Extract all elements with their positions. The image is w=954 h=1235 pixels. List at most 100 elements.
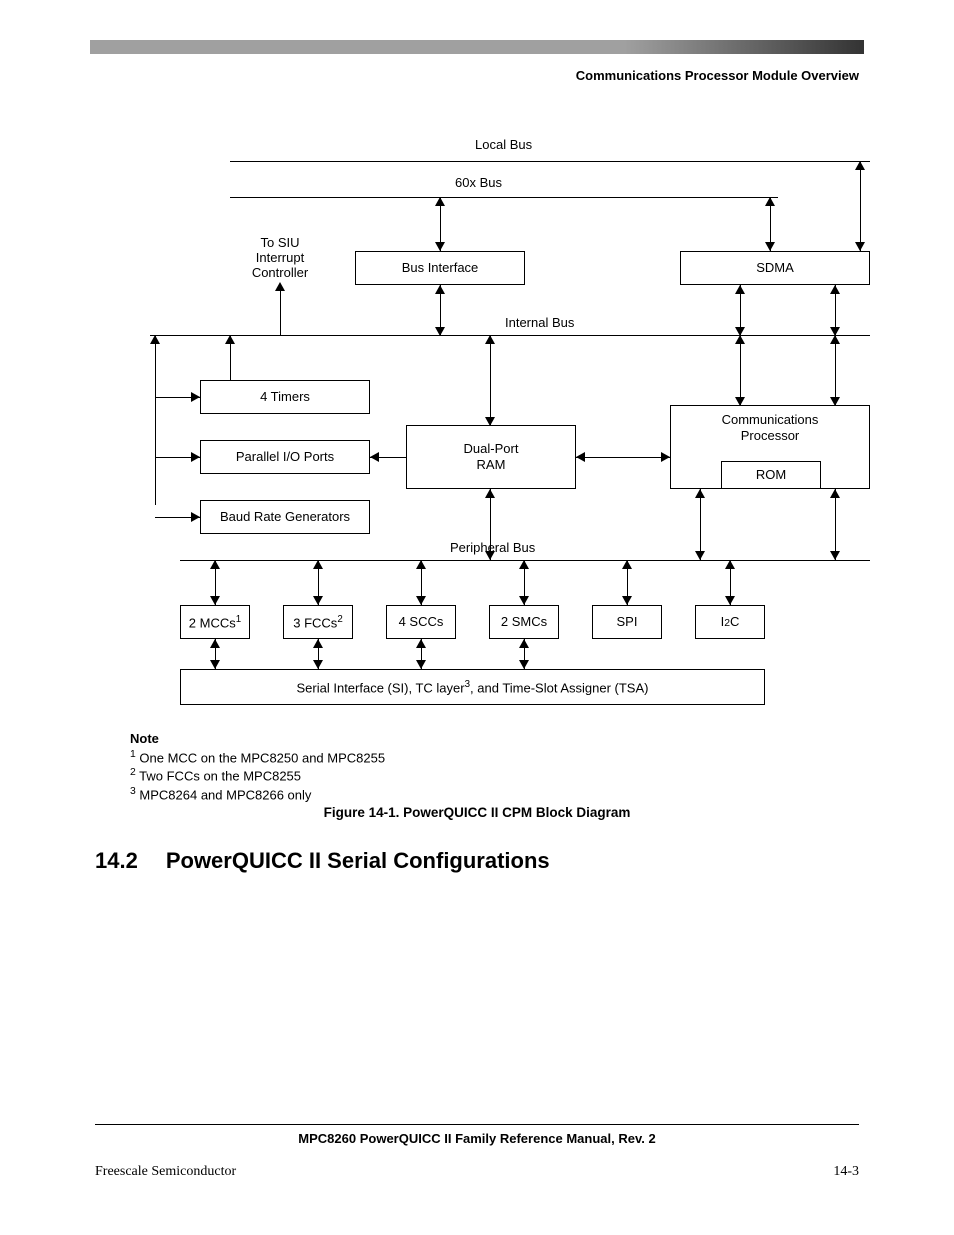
local-to-sdma-line (860, 161, 861, 251)
box-sdma: SDMA (680, 251, 870, 285)
to-siu-l2: Interrupt (256, 250, 304, 265)
local-bus-line (230, 161, 870, 162)
arrow-icon (416, 639, 426, 648)
section-heading: 14.2 PowerQUICC II Serial Configurations (95, 848, 550, 874)
header-bar-gradient (624, 40, 864, 54)
pio-label: Parallel I/O Ports (236, 449, 334, 465)
arrow-icon (210, 639, 220, 648)
arrow-icon (191, 392, 200, 402)
line (155, 335, 156, 505)
box-rom: ROM (721, 461, 821, 489)
spi-label: SPI (617, 614, 638, 630)
fcc-label: 3 FCCs2 (293, 614, 343, 631)
label-to-siu: To SIU Interrupt Controller (230, 235, 330, 280)
cp-l2: Processor (741, 428, 800, 444)
label-internal-bus: Internal Bus (505, 315, 574, 330)
section-number: 14.2 (95, 848, 138, 873)
60x-bus-line (230, 197, 778, 198)
arrow-icon (313, 639, 323, 648)
line (576, 457, 670, 458)
line (280, 285, 281, 335)
box-pio: Parallel I/O Ports (200, 440, 370, 474)
dpr-l1: Dual-Port (464, 441, 519, 457)
cp-l1: Communications (722, 412, 819, 428)
arrow-icon (622, 560, 632, 569)
arrow-icon (485, 335, 495, 344)
arrow-icon (519, 596, 529, 605)
footer-right: 14-3 (833, 1164, 859, 1180)
line (740, 335, 741, 405)
arrow-icon (735, 397, 745, 406)
page-footer: MPC8260 PowerQUICC II Family Reference M… (95, 1124, 859, 1180)
arrow-icon (210, 560, 220, 569)
arrow-icon (765, 242, 775, 251)
internal-bus-line (150, 335, 870, 336)
arrow-icon (830, 335, 840, 344)
arrow-icon (435, 285, 445, 294)
i2c-label: I2C (721, 614, 740, 630)
dpr-l2: RAM (477, 457, 506, 473)
arrow-icon (435, 327, 445, 336)
box-mcc: 2 MCCs1 (180, 605, 250, 639)
box-fcc: 3 FCCs2 (283, 605, 353, 639)
arrow-icon (830, 285, 840, 294)
box-scc: 4 SCCs (386, 605, 456, 639)
box-bus-interface: Bus Interface (355, 251, 525, 285)
arrow-icon (435, 197, 445, 206)
label-60x-bus: 60x Bus (455, 175, 502, 190)
arrow-icon (485, 489, 495, 498)
line (700, 489, 701, 560)
box-smc: 2 SMCs (489, 605, 559, 639)
note-3: 3 MPC8264 and MPC8266 only (130, 785, 385, 804)
brg-label: Baud Rate Generators (220, 509, 350, 525)
line (490, 489, 491, 560)
arrow-icon (191, 452, 200, 462)
arrow-icon (275, 282, 285, 291)
sdma-label: SDMA (756, 260, 794, 276)
arrow-icon (830, 489, 840, 498)
scc-label: 4 SCCs (399, 614, 444, 630)
arrow-icon (830, 551, 840, 560)
arrow-icon (150, 335, 160, 344)
footer-left: Freescale Semiconductor (95, 1164, 236, 1180)
arrow-icon (485, 551, 495, 560)
arrow-icon (519, 660, 529, 669)
arrow-icon (435, 242, 445, 251)
arrow-icon (416, 596, 426, 605)
rom-label: ROM (756, 467, 786, 483)
block-diagram: Local Bus 60x Bus To SIU Interrupt Contr… (180, 135, 868, 725)
arrow-icon (313, 560, 323, 569)
arrow-icon (855, 242, 865, 251)
mcc-label: 2 MCCs1 (189, 614, 241, 631)
arrow-icon (855, 161, 865, 170)
arrow-icon (725, 560, 735, 569)
page-header-title: Communications Processor Module Overview (576, 68, 859, 83)
timers-label: 4 Timers (260, 389, 310, 405)
note-2: 2 Two FCCs on the MPC8255 (130, 766, 385, 785)
arrow-icon (210, 596, 220, 605)
arrow-icon (313, 660, 323, 669)
note-heading: Note (130, 730, 385, 748)
notes-block: Note 1 One MCC on the MPC8250 and MPC825… (130, 730, 385, 804)
figure-caption: Figure 14-1. PowerQUICC II CPM Block Dia… (0, 805, 954, 820)
arrow-icon (661, 452, 670, 462)
arrow-icon (735, 335, 745, 344)
arrow-icon (313, 596, 323, 605)
arrow-icon (695, 489, 705, 498)
arrow-icon (191, 512, 200, 522)
box-brg: Baud Rate Generators (200, 500, 370, 534)
box-spi: SPI (592, 605, 662, 639)
arrow-icon (622, 596, 632, 605)
arrow-icon (695, 551, 705, 560)
arrow-icon (519, 560, 529, 569)
box-serial-interface: Serial Interface (SI), TC layer3, and Ti… (180, 669, 765, 705)
arrow-icon (485, 417, 495, 426)
box-i2c: I2C (695, 605, 765, 639)
arrow-icon (416, 560, 426, 569)
section-title: PowerQUICC II Serial Configurations (166, 848, 550, 873)
box-dual-port-ram: Dual-Port RAM (406, 425, 576, 489)
arrow-icon (576, 452, 585, 462)
footer-manual-title: MPC8260 PowerQUICC II Family Reference M… (95, 1131, 859, 1146)
smc-label: 2 SMCs (501, 614, 547, 630)
arrow-icon (735, 285, 745, 294)
